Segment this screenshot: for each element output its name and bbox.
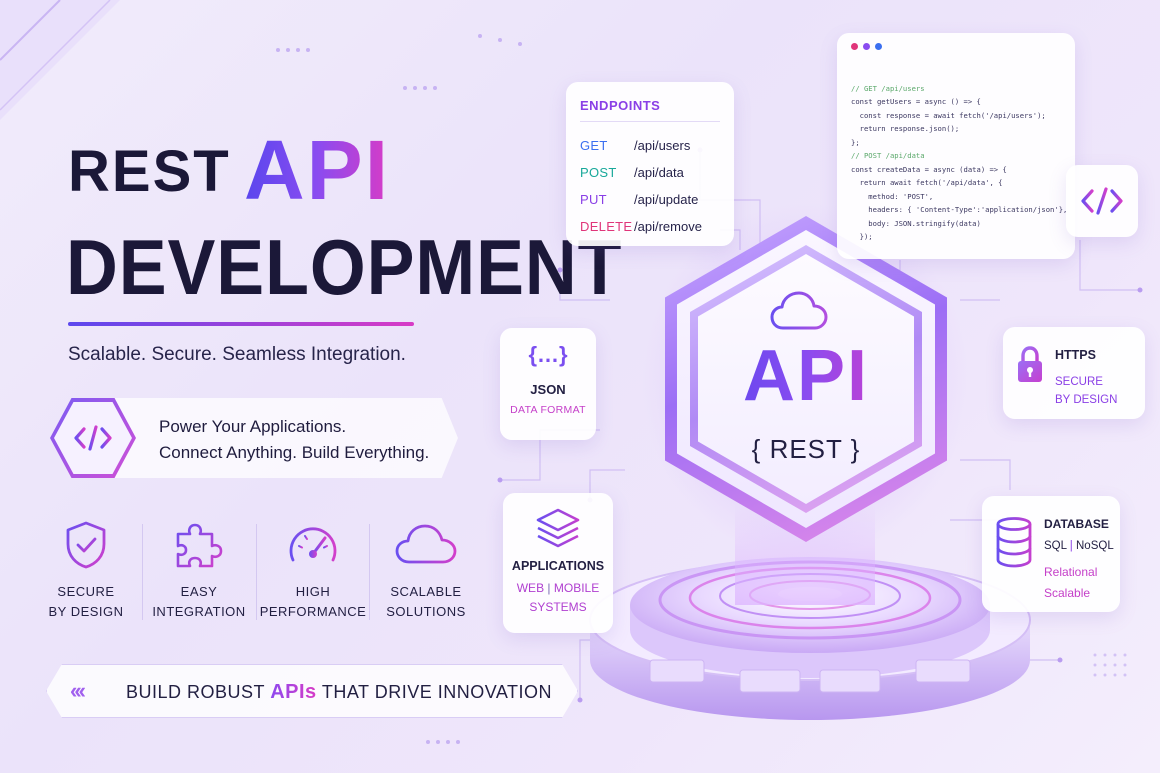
apps-systems: SYSTEMS [529, 600, 587, 614]
code-line: const response = await fetch('/api/users… [851, 110, 1046, 120]
endpoint-row: POST /api/data [580, 159, 720, 186]
http-method: GET [580, 138, 608, 153]
code-window: // GET /api/users const getUsers = async … [837, 33, 1075, 259]
code-line: return response.json(); [851, 124, 960, 133]
db-sql: SQL [1044, 540, 1067, 552]
json-subtitle: DATA FORMAT [510, 404, 586, 416]
cloud-icon [395, 524, 457, 564]
https-subtitle-line2: BY DESIGN [1055, 394, 1118, 406]
json-card: {…} JSON DATA FORMAT [500, 328, 596, 440]
code-line: }); [851, 232, 873, 241]
https-subtitle-line1: SECURE [1055, 376, 1103, 388]
database-title: DATABASE [1044, 517, 1109, 531]
chevrons-left-icon: ‹‹‹ [70, 678, 86, 703]
hero-tagline: Scalable. Secure. Seamless Integration. [68, 344, 406, 365]
window-dot-min [863, 43, 870, 50]
lock-icon [1018, 346, 1042, 382]
feature-label-line2: BY DESIGN [48, 604, 124, 619]
endpoint-row: DELETE /api/remove [580, 213, 720, 240]
endpoints-card: ENDPOINTS GET /api/users POST /api/data … [566, 82, 734, 246]
feature-performance: HIGH PERFORMANCE [257, 520, 369, 622]
window-dot-max [875, 43, 882, 50]
http-method: POST [580, 165, 617, 180]
applications-title: APPLICATIONS [511, 559, 605, 573]
applications-card: APPLICATIONS WEB | MOBILE SYSTEMS [503, 493, 613, 633]
hero-title-rest: REST [68, 139, 231, 204]
feature-label-line2: INTEGRATION [152, 604, 246, 619]
feature-integration: EASY INTEGRATION [143, 520, 255, 622]
code-tag-card [1066, 165, 1138, 237]
db-line1: Relational [1044, 565, 1098, 579]
banner-highlight: APIs [270, 681, 317, 703]
applications-subtitle: WEB | MOBILE SYSTEMS [503, 579, 613, 617]
code-line: }; [851, 137, 860, 147]
endpoint-row: PUT /api/update [580, 186, 720, 213]
innovation-text: BUILD ROBUST APIs THAT DRIVE INNOVATION [126, 681, 552, 704]
json-title: JSON [530, 382, 566, 397]
hero-underline [68, 322, 414, 326]
feature-label-line1: SCALABLE [390, 584, 462, 599]
apps-mobile: MOBILE [553, 581, 600, 595]
endpoint-path: /api/users [634, 138, 691, 153]
divider [580, 121, 720, 122]
database-types: SQL | NoSQL [1044, 540, 1114, 552]
feature-label-line1: EASY [180, 584, 218, 599]
hero-title-api: API [244, 123, 391, 217]
code-line: const createData = async (data) => { [851, 164, 1007, 174]
hexagon-rest-label: { REST } [751, 434, 861, 464]
db-line2: Scalable [1044, 586, 1091, 600]
code-line: return await fetch('/api/data', { [851, 178, 1003, 187]
endpoints-title: ENDPOINTS [580, 98, 661, 113]
db-nosql: NoSQL [1076, 540, 1114, 552]
code-line: body: JSON.stringify(data) [851, 218, 981, 228]
endpoint-row: GET /api/users [580, 132, 720, 159]
code-line: // POST /api/data [851, 151, 925, 160]
feature-label-line1: HIGH [295, 584, 331, 599]
database-icon [996, 517, 1032, 568]
banner-post: THAT DRIVE INNOVATION [321, 682, 553, 702]
separator: | [1069, 540, 1073, 552]
window-dot-close [851, 43, 858, 50]
feature-scalable: SCALABLE SOLUTIONS [370, 520, 482, 622]
https-subtitle: SECURE BY DESIGN [1055, 373, 1117, 409]
cloud-icon [770, 291, 828, 330]
http-method: PUT [580, 192, 607, 207]
window-controls [851, 43, 1061, 50]
https-card: HTTPS SECURE BY DESIGN [1003, 327, 1145, 419]
code-snippet: // GET /api/users const getUsers = async … [851, 68, 1068, 271]
code-icon [74, 425, 112, 451]
separator: | [547, 581, 551, 595]
database-card: DATABASE SQL | NoSQL Relational Scalable [982, 496, 1120, 612]
endpoint-path: /api/remove [634, 219, 702, 234]
power-line-1: Power Your Applications. [159, 417, 347, 436]
hero-title-development: DEVELOPMENT [66, 223, 623, 311]
endpoint-path: /api/update [634, 192, 699, 207]
http-method: DELETE [580, 219, 633, 234]
shield-check-icon [66, 521, 106, 569]
code-line: // GET /api/users [851, 83, 925, 93]
feature-label-line2: SOLUTIONS [386, 604, 466, 619]
feature-label-line1: SECURE [57, 584, 115, 599]
layers-icon [536, 508, 580, 548]
power-line-2: Connect Anything. Build Everything. [159, 443, 430, 462]
feature-label-line2: PERFORMANCE [259, 604, 367, 619]
code-line: headers: { 'Content-Type':'application/j… [851, 205, 1068, 214]
code-line: method: 'POST', [851, 191, 934, 201]
puzzle-icon [176, 523, 223, 568]
database-subtitle: Relational Scalable [1044, 562, 1097, 604]
hexagon-api-label: API [700, 335, 912, 417]
code-icon [1081, 187, 1123, 215]
endpoint-path: /api/data [634, 165, 684, 180]
code-line: const getUsers = async () => { [851, 97, 981, 106]
banner-pre: BUILD ROBUST [126, 682, 265, 702]
feature-secure: SECURE BY DESIGN [30, 520, 142, 622]
https-title: HTTPS [1055, 348, 1096, 362]
power-text: Power Your Applications. Connect Anythin… [159, 414, 429, 466]
json-braces-icon: {…} [528, 342, 568, 367]
speedometer-icon [289, 527, 337, 562]
apps-web: WEB [516, 581, 545, 595]
